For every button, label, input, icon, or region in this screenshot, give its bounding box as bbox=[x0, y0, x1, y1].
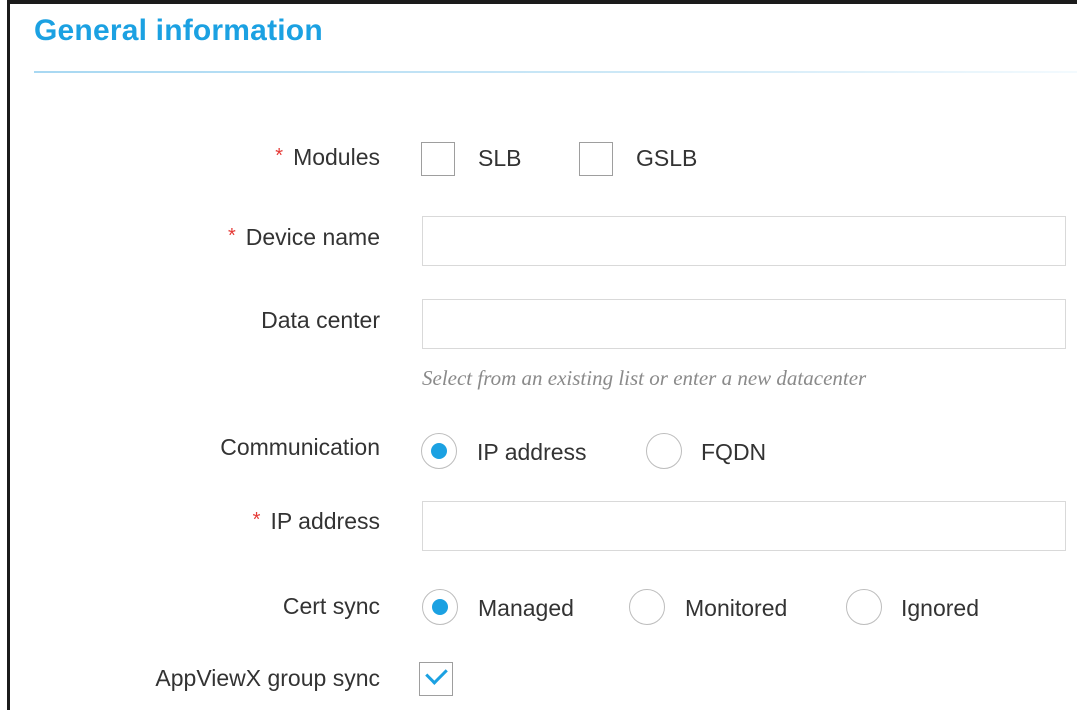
checkmark-icon bbox=[425, 662, 448, 685]
radio-selected-dot bbox=[432, 599, 448, 615]
window-border-top bbox=[7, 0, 1077, 4]
required-marker: * bbox=[227, 225, 236, 247]
section-title: General information bbox=[34, 14, 323, 47]
ip-address-radio[interactable] bbox=[421, 433, 457, 469]
gslb-option-label: GSLB bbox=[636, 145, 698, 171]
data-center-hint: Select from an existing list or enter a … bbox=[422, 366, 867, 390]
required-marker: * bbox=[252, 509, 261, 531]
appviewx-group-sync-checkbox[interactable] bbox=[419, 662, 453, 696]
cert-sync-label: Cert sync bbox=[282, 593, 380, 619]
data-center-label: Data center bbox=[261, 307, 380, 333]
ip-address-input[interactable] bbox=[422, 501, 1066, 551]
fqdn-radio[interactable] bbox=[646, 433, 682, 469]
appviewx-group-sync-label: AppViewX group sync bbox=[155, 665, 380, 691]
slb-option-label: SLB bbox=[478, 145, 522, 171]
ignored-radio[interactable] bbox=[846, 589, 882, 625]
radio-selected-dot bbox=[431, 443, 447, 459]
managed-option-label: Managed bbox=[478, 595, 574, 621]
monitored-radio[interactable] bbox=[629, 589, 665, 625]
managed-radio[interactable] bbox=[422, 589, 458, 625]
required-marker: * bbox=[275, 145, 284, 167]
monitored-option-label: Monitored bbox=[685, 595, 788, 621]
modules-label: * Modules bbox=[275, 144, 380, 170]
ip-address-option-label: IP address bbox=[477, 439, 587, 465]
ignored-option-label: Ignored bbox=[901, 595, 980, 621]
window-border-left bbox=[7, 0, 10, 710]
device-name-label: * Device name bbox=[227, 224, 380, 250]
fqdn-option-label: FQDN bbox=[701, 439, 767, 465]
gslb-checkbox[interactable] bbox=[579, 142, 613, 176]
section-divider bbox=[34, 71, 1077, 73]
communication-label: Communication bbox=[220, 434, 380, 460]
data-center-input[interactable] bbox=[422, 299, 1066, 349]
device-name-input[interactable] bbox=[422, 216, 1066, 266]
slb-checkbox[interactable] bbox=[421, 142, 455, 176]
ip-address-label: * IP address bbox=[252, 508, 380, 534]
